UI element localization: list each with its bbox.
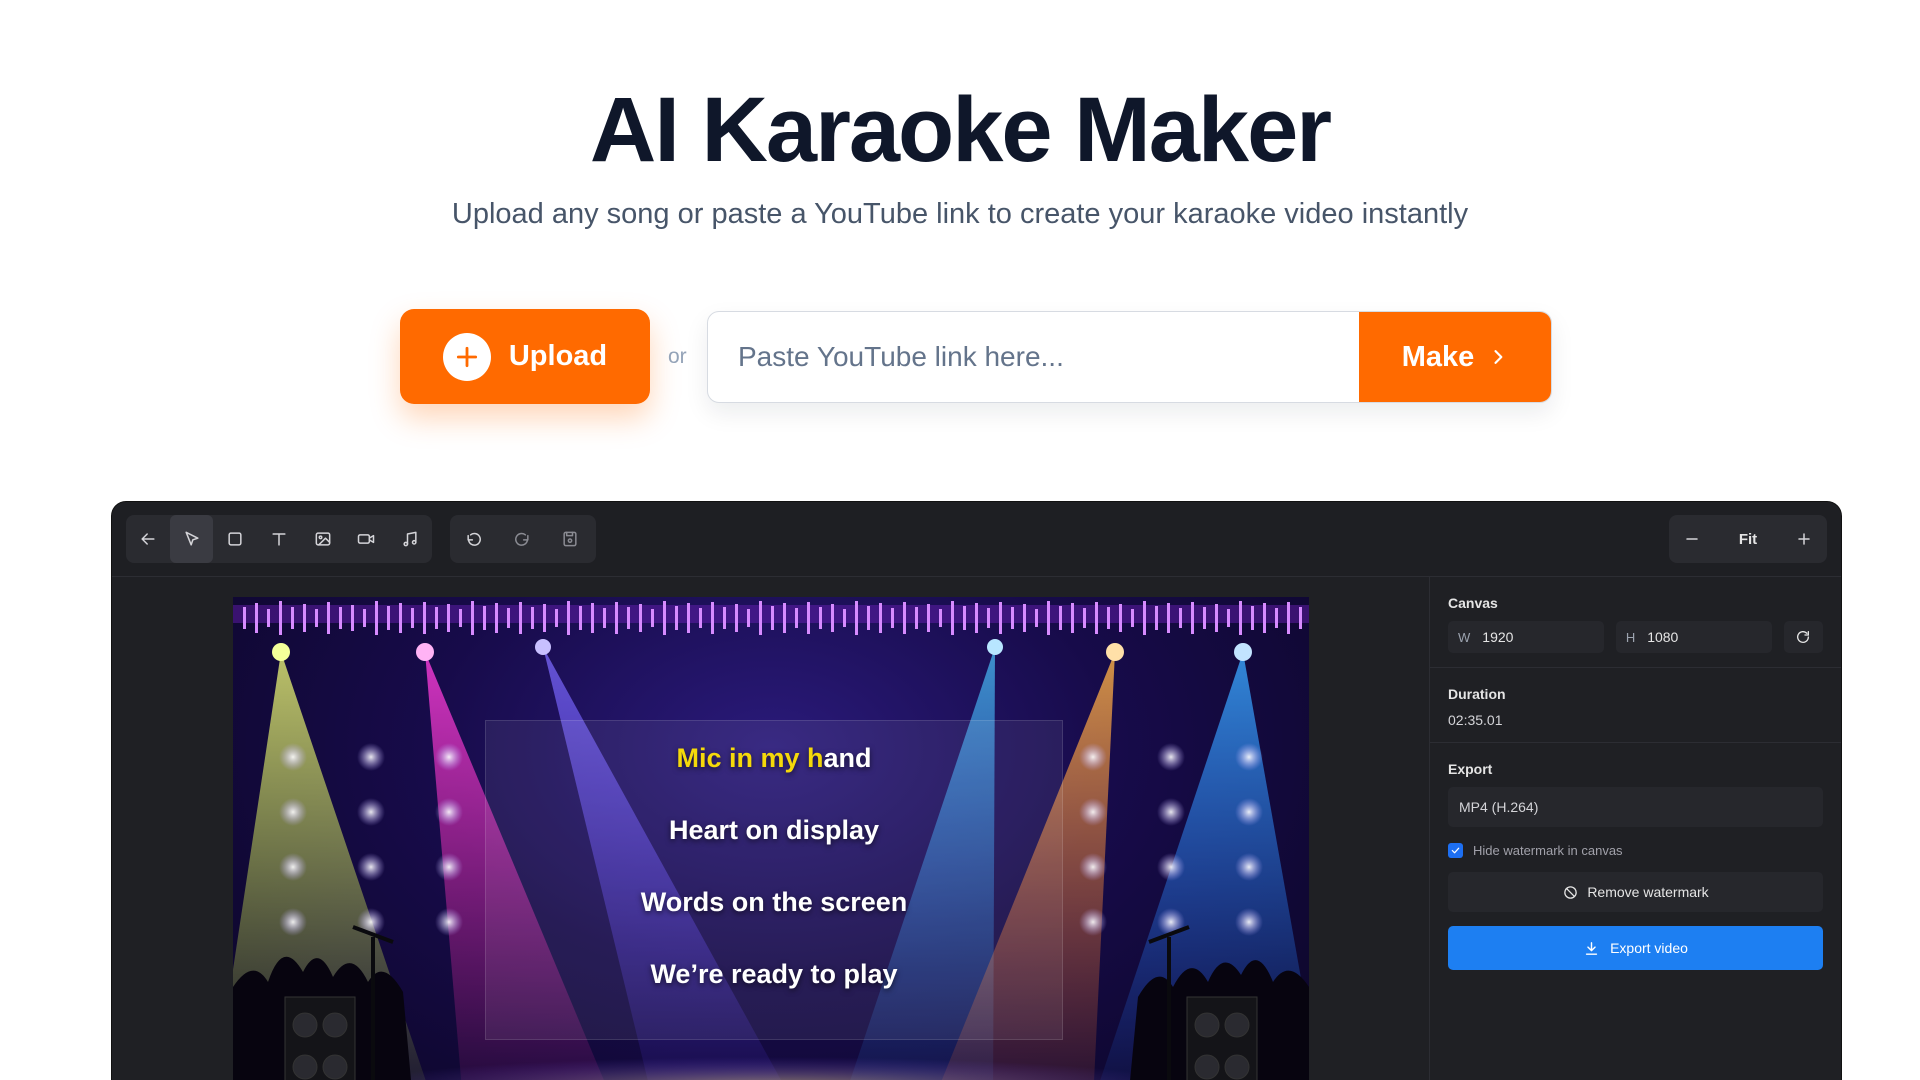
- tool-group-history: [450, 515, 596, 563]
- remove-watermark-button[interactable]: Remove watermark: [1448, 872, 1823, 912]
- lyric-line-1-rest: and: [823, 743, 872, 773]
- youtube-link-input[interactable]: [708, 312, 1359, 402]
- height-value: 1080: [1647, 629, 1679, 645]
- zoom-in-button[interactable]: [1781, 515, 1827, 563]
- save-icon: [563, 531, 577, 547]
- hide-watermark-checkbox[interactable]: [1448, 843, 1463, 858]
- duration-section: Duration 02:35.01: [1430, 668, 1841, 743]
- duration-value: 02:35.01: [1448, 712, 1503, 728]
- rectangle-icon: [228, 532, 242, 546]
- hide-watermark-row[interactable]: Hide watermark in canvas: [1448, 843, 1823, 858]
- undo-icon: [467, 532, 481, 546]
- editor-toolbar: Fit: [112, 502, 1841, 577]
- tool-group-main: [126, 515, 432, 563]
- make-button[interactable]: Make: [1359, 312, 1551, 402]
- zoom-fit-button[interactable]: Fit: [1715, 531, 1781, 548]
- lyric-line-2: Heart on display: [668, 815, 880, 845]
- chevron-right-icon: [1494, 350, 1503, 364]
- minus-icon: [1686, 538, 1698, 540]
- export-section-title: Export: [1448, 761, 1493, 777]
- canvas-area: Mic in my hand Heart on display Words on…: [112, 577, 1429, 1080]
- canvas-section-title: Canvas: [1448, 595, 1498, 611]
- select-pointer-icon: [184, 531, 199, 546]
- page-title: AI Karaoke Maker: [589, 79, 1332, 181]
- download-icon: [1585, 941, 1598, 955]
- canvas-section: Canvas W 1920 H 1080: [1430, 577, 1841, 668]
- page-subtitle: Upload any song or paste a YouTube link …: [451, 198, 1469, 230]
- text-tool[interactable]: [257, 515, 301, 563]
- lyrics-box[interactable]: Mic in my hand Heart on display Words on…: [485, 720, 1063, 1040]
- hide-watermark-label: Hide watermark in canvas: [1473, 843, 1623, 858]
- lyric-line-1: Mic in my hand: [486, 743, 1062, 774]
- video-icon: [358, 534, 375, 544]
- upload-button-label: Upload: [508, 340, 608, 372]
- height-key: H: [1625, 629, 1636, 645]
- width-key: W: [1458, 629, 1471, 645]
- back-arrow-icon: [141, 533, 155, 545]
- export-video-label: Export video: [1610, 940, 1688, 956]
- remove-watermark-label: Remove watermark: [1587, 884, 1709, 900]
- audio-tool[interactable]: [388, 515, 432, 563]
- karaoke-editor: Fit Mic in my hand Heart on display Word…: [112, 502, 1841, 1080]
- lyric-line-3: Words on the screen: [640, 887, 908, 917]
- karaoke-stage-preview[interactable]: Mic in my hand Heart on display Words on…: [233, 597, 1309, 1080]
- export-video-button[interactable]: Export video: [1448, 926, 1823, 970]
- prohibited-icon: [1564, 885, 1578, 899]
- select-tool[interactable]: [169, 515, 214, 563]
- properties-panel: Canvas W 1920 H 1080 Duration 02:35.01 E…: [1429, 577, 1841, 1080]
- save-button[interactable]: [546, 515, 594, 563]
- redo-icon: [515, 532, 529, 546]
- plus-icon: [1798, 533, 1810, 545]
- upload-button[interactable]: Upload: [400, 309, 650, 404]
- or-separator: or: [668, 345, 687, 368]
- zoom-controls: Fit: [1669, 515, 1827, 563]
- export-format-select[interactable]: MP4 (H.264): [1448, 787, 1823, 827]
- video-tool[interactable]: [345, 515, 389, 563]
- text-icon: [272, 533, 286, 546]
- back-button[interactable]: [126, 515, 170, 563]
- lyric-line-4: We’re ready to play: [650, 959, 898, 989]
- width-value: 1920: [1482, 629, 1514, 645]
- shape-tool[interactable]: [213, 515, 257, 563]
- redo-button[interactable]: [498, 515, 546, 563]
- checkmark-icon: [1451, 847, 1460, 854]
- undo-button[interactable]: [450, 515, 498, 563]
- plus-icon: [442, 332, 491, 381]
- canvas-width-field[interactable]: W 1920: [1448, 621, 1604, 653]
- duration-section-title: Duration: [1448, 686, 1506, 702]
- lyric-line-1-highlight: Mic in my h: [676, 743, 824, 773]
- reset-size-button[interactable]: [1783, 621, 1823, 653]
- zoom-out-button[interactable]: [1669, 515, 1715, 563]
- music-icon: [403, 531, 417, 547]
- make-button-label: Make: [1401, 340, 1475, 373]
- canvas-height-field[interactable]: H 1080: [1615, 621, 1772, 653]
- image-icon: [315, 532, 331, 546]
- youtube-link-form: Make: [707, 311, 1552, 403]
- export-section: Export MP4 (H.264) Hide watermark in can…: [1430, 743, 1841, 984]
- image-tool[interactable]: [301, 515, 345, 563]
- refresh-icon: [1797, 631, 1810, 643]
